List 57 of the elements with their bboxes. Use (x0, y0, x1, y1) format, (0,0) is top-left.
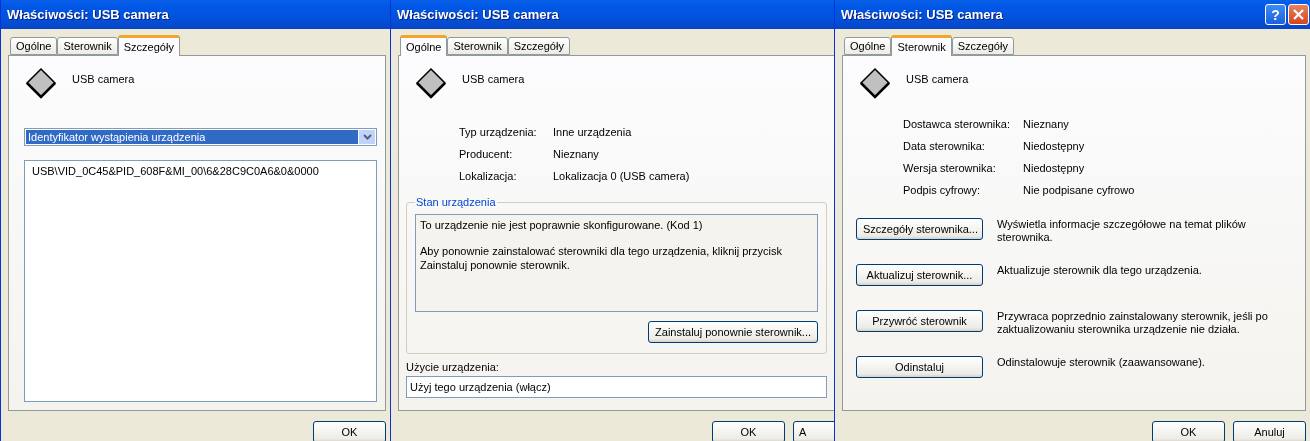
tab[interactable]: Ogólne (400, 35, 448, 56)
device-icon (414, 66, 448, 100)
property-label: Producent: (459, 148, 514, 160)
tab[interactable]: Sterownik (891, 35, 952, 56)
property-value: Nie podpisane cyfrowo (1023, 184, 1136, 196)
property-label: Data sterownika: (903, 140, 986, 152)
status-text: Aby ponownie zainstalować sterowniki dla tego urządzenia, kliknij przycisk Zainstaluj ponownie sterownik. (420, 244, 783, 272)
tab[interactable]: Sterownik (57, 37, 118, 55)
usage-dropdown[interactable]: Użyj tego urządzenia (włącz) (406, 376, 827, 398)
dialog-button[interactable]: OK (712, 421, 785, 441)
action-description: Wyświetla informacje szczegółowe na temat plików sterownika. (997, 218, 1247, 244)
close-button[interactable] (1288, 4, 1309, 25)
property-value: Niedostępny (1023, 140, 1086, 152)
action-description: Przywraca poprzednio zainstalowany sterownik, jeśli po zaktualizowaniu sterownika urządzenie nie działa. (997, 310, 1269, 336)
device-icon (858, 66, 892, 100)
property-value: Nieznany (553, 148, 600, 160)
property-value: Inne urządzenia (553, 126, 633, 138)
device-name: USB camera (906, 72, 969, 85)
driver-action-button[interactable]: Przywróć sterownik (856, 310, 983, 332)
property-value: Niedostępny (1023, 162, 1086, 174)
reinstall-driver-button[interactable]: Zainstaluj ponownie sterownik... (648, 321, 818, 343)
tab[interactable]: Sterownik (447, 37, 508, 55)
tab[interactable]: Ogólne (844, 37, 892, 55)
driver-action-button[interactable]: Szczegóły sterownika... (856, 218, 983, 240)
tab[interactable]: Szczegóły (507, 37, 570, 55)
list-item[interactable]: USB\VID_0C45&PID_608F&MI_00\6&28C9C0A6&0&0000 (32, 165, 369, 178)
window-title: Właściwości: USB camera (397, 7, 559, 22)
close-icon (1293, 9, 1304, 20)
property-dropdown[interactable]: Identyfikator wystąpienia urządzenia (24, 127, 377, 147)
device-name: USB camera (72, 72, 135, 85)
tab[interactable]: Szczegóły (951, 37, 1014, 55)
property-label: Wersja sterownika: (903, 162, 997, 174)
action-description: Aktualizuje sterownik dla tego urządzenia. (997, 264, 1203, 277)
dialog-button[interactable]: OK (1152, 421, 1225, 441)
property-label: Lokalizacja: (459, 170, 518, 182)
dialog-button[interactable]: Anuluj (1233, 421, 1306, 441)
device-name: USB camera (462, 72, 525, 85)
dialog-button[interactable]: A (793, 421, 834, 441)
device-icon (24, 66, 58, 100)
window-title: Właściwości: USB camera (7, 7, 169, 22)
dialog-button[interactable]: OK (313, 421, 386, 441)
tab[interactable]: Szczegóły (117, 35, 180, 56)
property-label: Dostawca sterownika: (903, 118, 1011, 130)
window-title: Właściwości: USB camera (841, 7, 1003, 22)
property-label: Typ urządzenia: (459, 126, 538, 138)
help-button[interactable]: ? (1265, 4, 1286, 25)
action-description: Odinstalowuje sterownik (zaawansowane). (997, 356, 1206, 369)
driver-action-button[interactable]: Odinstaluj (856, 356, 983, 378)
tab[interactable]: Ogólne (10, 37, 58, 55)
usage-label: Użycie urządzenia: (406, 361, 500, 373)
group-title: Stan urządzenia (415, 196, 497, 208)
chevron-down-icon (362, 133, 372, 140)
driver-action-button[interactable]: Aktualizuj sterownik... (856, 264, 983, 286)
property-value: Nieznany (1023, 118, 1070, 130)
status-text: To urządzenie nie jest poprawnie skonfigurowane. (Kod 1) (420, 218, 704, 232)
property-label: Podpis cyfrowy: (903, 184, 982, 196)
property-value: Lokalizacja 0 (USB camera) (553, 170, 691, 182)
